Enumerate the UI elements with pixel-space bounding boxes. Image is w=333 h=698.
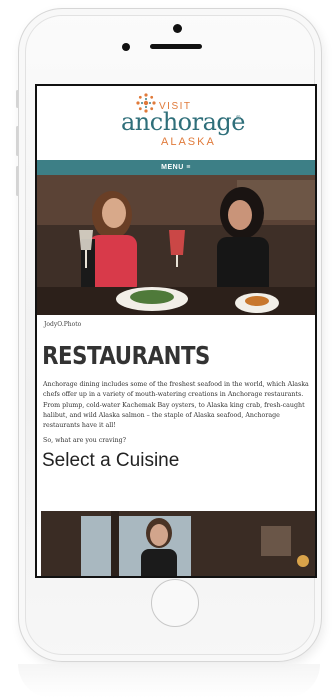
hero-photo-illustration xyxy=(37,175,315,315)
logo-anchorage-text[interactable]: anchorage xyxy=(121,108,245,136)
intro-paragraph: Anchorage dining includes some of the fr… xyxy=(43,381,309,430)
cuisine-image[interactable] xyxy=(41,511,315,576)
home-button[interactable] xyxy=(151,579,199,627)
menu-button[interactable]: MENU ≡ xyxy=(37,160,315,175)
cuisine-photo-illustration xyxy=(41,511,315,576)
phone-reflection xyxy=(18,664,320,698)
page-title: RESTAURANTS xyxy=(42,341,210,370)
section-title: Select a Cuisine xyxy=(42,450,180,472)
camera-icon xyxy=(173,24,182,33)
logo-alaska-text: ALASKA xyxy=(161,136,216,148)
phone-screen: VISIT anchorage ® ALASKA MENU ≡ JodyO.Ph… xyxy=(35,84,317,578)
craving-question: So, what are you craving? xyxy=(43,437,127,445)
photo-credit: JodyO.Photo xyxy=(44,321,82,328)
front-camera-icon xyxy=(122,43,130,51)
speaker-grill xyxy=(150,44,202,49)
hero-image xyxy=(37,175,315,315)
site-header: VISIT anchorage ® ALASKA xyxy=(37,86,315,160)
logo-registered-mark: ® xyxy=(236,116,241,122)
